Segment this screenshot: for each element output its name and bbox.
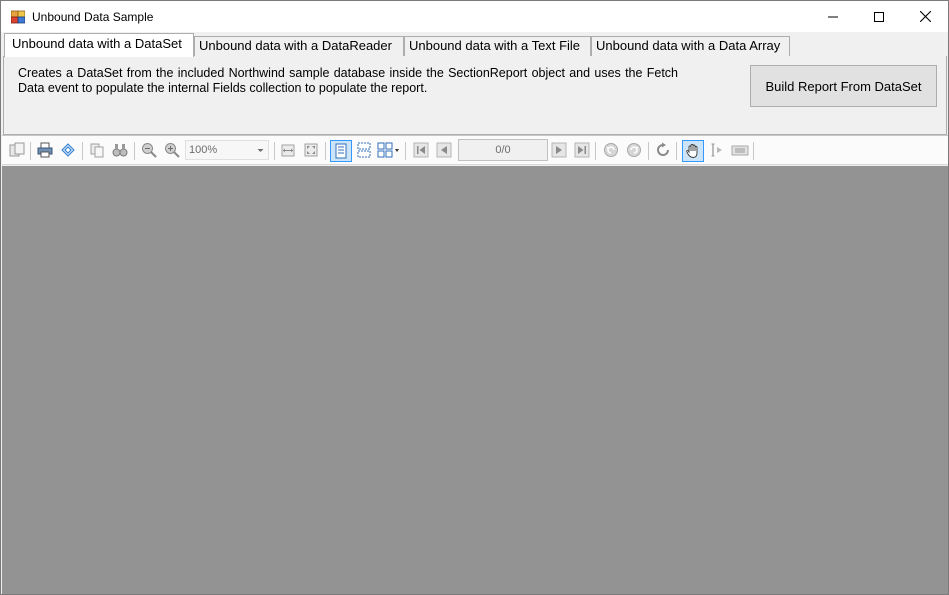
tab-strip: Unbound data with a DataSet Unbound data… <box>1 32 948 57</box>
toolbar-separator <box>753 142 754 160</box>
maximize-button[interactable] <box>856 1 902 32</box>
close-icon <box>919 11 931 22</box>
zoom-combobox[interactable]: 100% <box>185 140 269 160</box>
copy-icon <box>90 143 104 158</box>
minimize-icon <box>828 16 838 17</box>
pan-mode-button[interactable] <box>682 140 704 162</box>
toolbar-separator <box>595 142 596 160</box>
galley-mode-button[interactable] <box>59 141 77 159</box>
toolbar-separator <box>274 142 275 160</box>
previous-page-icon <box>436 142 452 158</box>
fit-width-icon <box>281 144 295 157</box>
tab-dataarray[interactable]: Unbound data with a Data Array <box>591 36 790 56</box>
toolbar-separator <box>30 142 31 160</box>
title-bar: Unbound Data Sample <box>1 1 948 32</box>
toolbar-separator <box>134 142 135 160</box>
copy-button[interactable] <box>88 141 106 159</box>
tab-textfile[interactable]: Unbound data with a Text File <box>404 36 591 56</box>
snapshot-icon <box>731 145 749 156</box>
forward-arrow-icon <box>627 143 641 157</box>
app-window: Unbound Data Sample Unbound data with a … <box>0 0 949 595</box>
minimize-button[interactable] <box>810 1 856 32</box>
zoom-value: 100% <box>189 144 218 156</box>
galley-mode-icon <box>61 143 75 157</box>
back-arrow-icon <box>604 143 618 157</box>
zoom-in-icon <box>165 143 180 158</box>
last-page-button[interactable] <box>573 141 591 159</box>
text-select-icon <box>711 143 722 157</box>
first-page-icon <box>413 142 429 158</box>
tab-datareader[interactable]: Unbound data with a DataReader <box>194 36 404 56</box>
multipage-button[interactable] <box>377 141 401 159</box>
fit-page-icon <box>304 143 318 157</box>
multipage-icon <box>377 142 399 158</box>
chevron-down-icon <box>257 149 264 152</box>
continuous-view-icon <box>357 142 371 158</box>
text-select-button[interactable] <box>708 141 726 159</box>
zoom-out-button[interactable] <box>140 141 158 159</box>
find-button[interactable] <box>111 141 129 159</box>
refresh-button[interactable] <box>654 141 672 159</box>
fit-page-button[interactable] <box>302 141 320 159</box>
next-page-icon <box>551 142 567 158</box>
toolbar-separator <box>405 142 406 160</box>
window-title: Unbound Data Sample <box>32 10 154 24</box>
zoom-in-button[interactable] <box>163 141 181 159</box>
single-page-button[interactable] <box>330 140 352 162</box>
page-number-input[interactable]: 0/0 <box>458 139 548 161</box>
history-back-button[interactable] <box>602 141 620 159</box>
continuous-view-button[interactable] <box>355 141 373 159</box>
refresh-icon <box>657 142 669 156</box>
tab-dataset[interactable]: Unbound data with a DataSet <box>4 33 194 57</box>
maximize-icon <box>874 11 884 22</box>
toolbar-separator <box>325 142 326 160</box>
sidebar-icon <box>9 142 25 157</box>
fit-width-button[interactable] <box>279 141 297 159</box>
previous-page-button[interactable] <box>435 141 453 159</box>
close-button[interactable] <box>902 1 948 32</box>
report-viewer-area[interactable] <box>2 166 948 594</box>
zoom-out-icon <box>142 143 157 158</box>
last-page-icon <box>574 142 590 158</box>
tab-panel: Creates a DataSet from the included Nort… <box>3 56 947 135</box>
toggle-sidebar-button[interactable] <box>8 141 26 159</box>
description-text: Creates a DataSet from the included Nort… <box>18 66 678 95</box>
viewer-toolbar: 100% 0/0 <box>2 135 948 165</box>
single-page-icon <box>335 143 347 159</box>
hand-icon <box>686 144 698 158</box>
printer-icon <box>37 142 53 158</box>
app-icon <box>11 10 25 24</box>
next-page-button[interactable] <box>550 141 568 159</box>
history-forward-button[interactable] <box>625 141 643 159</box>
toolbar-separator <box>676 142 677 160</box>
snapshot-button[interactable] <box>730 141 750 159</box>
toolbar-separator <box>648 142 649 160</box>
toolbar-separator <box>82 142 83 160</box>
print-button[interactable] <box>36 141 54 159</box>
binoculars-icon <box>112 144 128 157</box>
first-page-button[interactable] <box>412 141 430 159</box>
build-report-button[interactable]: Build Report From DataSet <box>750 65 937 107</box>
